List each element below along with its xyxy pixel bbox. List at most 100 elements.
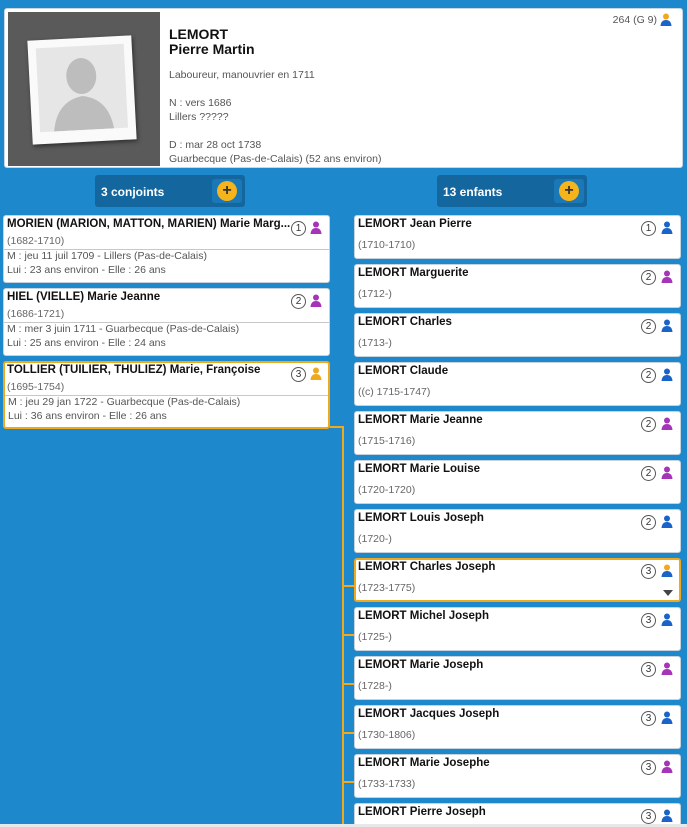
silhouette-icon xyxy=(35,43,129,133)
child-name: LEMORT Marie Josephe xyxy=(358,757,490,769)
child-name: LEMORT Marie Jeanne xyxy=(358,414,483,426)
child-name: LEMORT Pierre Joseph xyxy=(358,806,486,818)
spouse-card[interactable]: HIEL (VIELLE) Marie Jeanne (1686-1721) M… xyxy=(3,288,330,356)
child-card[interactable]: LEMORT Claude ((c) 1715-1747) 2 xyxy=(354,362,681,406)
child-years: (1712-) xyxy=(358,288,392,300)
spouse-marriage: M : jeu 11 juil 1709 - Lillers (Pas-de-C… xyxy=(4,249,329,262)
child-name: LEMORT Marguerite xyxy=(358,267,469,279)
person-name: LEMORT Pierre Martin xyxy=(169,27,255,57)
spouse-rank-badge: 1 xyxy=(291,221,306,236)
child-years: (1720-1720) xyxy=(358,484,416,496)
child-years: (1728-) xyxy=(358,680,392,692)
child-connector xyxy=(342,585,354,587)
photo-placeholder[interactable] xyxy=(8,12,160,166)
child-years: (1720-) xyxy=(358,533,392,545)
children-tab[interactable]: 13 enfants + xyxy=(437,175,587,207)
child-years: (1713-) xyxy=(358,337,392,349)
child-card[interactable]: LEMORT Charles (1713-) 2 xyxy=(354,313,681,357)
plus-icon: + xyxy=(217,181,237,201)
person-surname: LEMORT xyxy=(169,26,229,42)
spouse-rank-badge: 3 xyxy=(291,367,306,382)
spouses-tab[interactable]: 3 conjoints + xyxy=(95,175,245,207)
person-birth: N : vers 1686 xyxy=(169,97,232,109)
child-connector xyxy=(342,683,354,685)
male-person-icon xyxy=(661,319,673,332)
child-card[interactable]: LEMORT Marie Joseph (1728-) 3 xyxy=(354,656,681,700)
child-card[interactable]: LEMORT Louis Joseph (1720-) 2 xyxy=(354,509,681,553)
child-rank-badge: 3 xyxy=(641,564,656,579)
female-person-icon xyxy=(661,417,673,430)
male-person-icon xyxy=(661,221,673,234)
female-person-icon xyxy=(661,662,673,675)
sosa-number: 264 (G 9) xyxy=(613,13,672,26)
child-name: LEMORT Marie Louise xyxy=(358,463,481,475)
spouse-ages: Lui : 25 ans environ - Elle : 24 ans xyxy=(7,337,166,349)
child-years: (1733-1733) xyxy=(358,778,416,790)
male-person-icon xyxy=(661,613,673,626)
child-connector xyxy=(342,781,354,783)
person-death: D : mar 28 oct 1738 xyxy=(169,139,262,151)
spouse-years: (1682-1710) xyxy=(7,235,65,247)
person-card: LEMORT Pierre Martin Laboureur, manouvri… xyxy=(4,8,683,168)
selected-person-icon xyxy=(660,13,672,26)
child-years: (1725-) xyxy=(358,631,392,643)
child-years: (1710-1710) xyxy=(358,239,416,251)
child-years: (1730-1806) xyxy=(358,729,416,741)
spouse-marriage: M : jeu 29 jan 1722 - Guarbecque (Pas-de… xyxy=(5,395,328,408)
child-rank-badge: 2 xyxy=(641,270,656,285)
selected-person-icon xyxy=(310,367,322,380)
add-child-button[interactable]: + xyxy=(554,179,584,203)
child-card[interactable]: LEMORT Jean Pierre (1710-1710) 1 xyxy=(354,215,681,259)
spouse-ages: Lui : 36 ans environ - Elle : 26 ans xyxy=(8,410,167,422)
female-person-icon xyxy=(661,270,673,283)
person-given-names: Pierre Martin xyxy=(169,41,255,57)
children-connector-line xyxy=(342,426,344,827)
spouses-tab-label: 3 conjoints xyxy=(101,185,165,199)
child-card[interactable]: LEMORT Marguerite (1712-) 2 xyxy=(354,264,681,308)
children-tab-label: 13 enfants xyxy=(443,185,503,199)
child-name: LEMORT Marie Joseph xyxy=(358,659,484,671)
child-name: LEMORT Jacques Joseph xyxy=(358,708,500,720)
child-connector xyxy=(342,732,354,734)
child-card[interactable]: LEMORT Marie Josephe (1733-1733) 3 xyxy=(354,754,681,798)
child-card[interactable]: LEMORT Michel Joseph (1725-) 3 xyxy=(354,607,681,651)
add-spouse-button[interactable]: + xyxy=(212,179,242,203)
child-connector xyxy=(342,634,354,636)
child-name: LEMORT Jean Pierre xyxy=(358,218,472,230)
dropdown-arrow-icon[interactable] xyxy=(663,590,673,596)
child-rank-badge: 3 xyxy=(641,662,656,677)
child-years: ((c) 1715-1747) xyxy=(358,386,431,398)
female-person-icon xyxy=(661,466,673,479)
child-rank-badge: 2 xyxy=(641,466,656,481)
spouse-name: MORIEN (MARION, MATTON, MARIEN) Marie Ma… xyxy=(7,218,291,230)
child-name: LEMORT Michel Joseph xyxy=(358,610,489,622)
male-person-icon xyxy=(661,711,673,724)
child-card[interactable]: LEMORT Marie Jeanne (1715-1716) 2 xyxy=(354,411,681,455)
child-name: LEMORT Charles Joseph xyxy=(358,561,496,573)
child-years: (1723-1775) xyxy=(358,582,416,594)
child-rank-badge: 3 xyxy=(641,809,656,824)
spouse-name: TOLLIER (TUILIER, THULIEZ) Marie, Franço… xyxy=(7,364,261,376)
spouse-years: (1695-1754) xyxy=(7,381,65,393)
person-occupation: Laboureur, manouvrier en 1711 xyxy=(169,69,315,81)
child-rank-badge: 3 xyxy=(641,613,656,628)
male-person-icon xyxy=(661,368,673,381)
child-years: (1715-1716) xyxy=(358,435,416,447)
child-rank-badge: 2 xyxy=(641,515,656,530)
spouse-name: HIEL (VIELLE) Marie Jeanne xyxy=(7,291,161,303)
spouse-rank-badge: 2 xyxy=(291,294,306,309)
child-rank-badge: 3 xyxy=(641,711,656,726)
child-card[interactable]: LEMORT Jacques Joseph (1730-1806) 3 xyxy=(354,705,681,749)
child-rank-badge: 2 xyxy=(641,368,656,383)
spouse-card[interactable]: MORIEN (MARION, MATTON, MARIEN) Marie Ma… xyxy=(3,215,330,283)
child-card[interactable]: LEMORT Marie Louise (1720-1720) 2 xyxy=(354,460,681,504)
plus-icon: + xyxy=(559,181,579,201)
female-person-icon xyxy=(661,760,673,773)
child-rank-badge: 2 xyxy=(641,417,656,432)
child-name: LEMORT Charles xyxy=(358,316,452,328)
spouse-ages: Lui : 23 ans environ - Elle : 26 ans xyxy=(7,264,166,276)
person-birth-place: Lillers ????? xyxy=(169,111,229,123)
child-card-selected[interactable]: LEMORT Charles Joseph (1723-1775) 3 xyxy=(354,558,681,602)
spouse-card-selected[interactable]: TOLLIER (TUILIER, THULIEZ) Marie, Franço… xyxy=(3,361,330,429)
child-rank-badge: 3 xyxy=(641,760,656,775)
